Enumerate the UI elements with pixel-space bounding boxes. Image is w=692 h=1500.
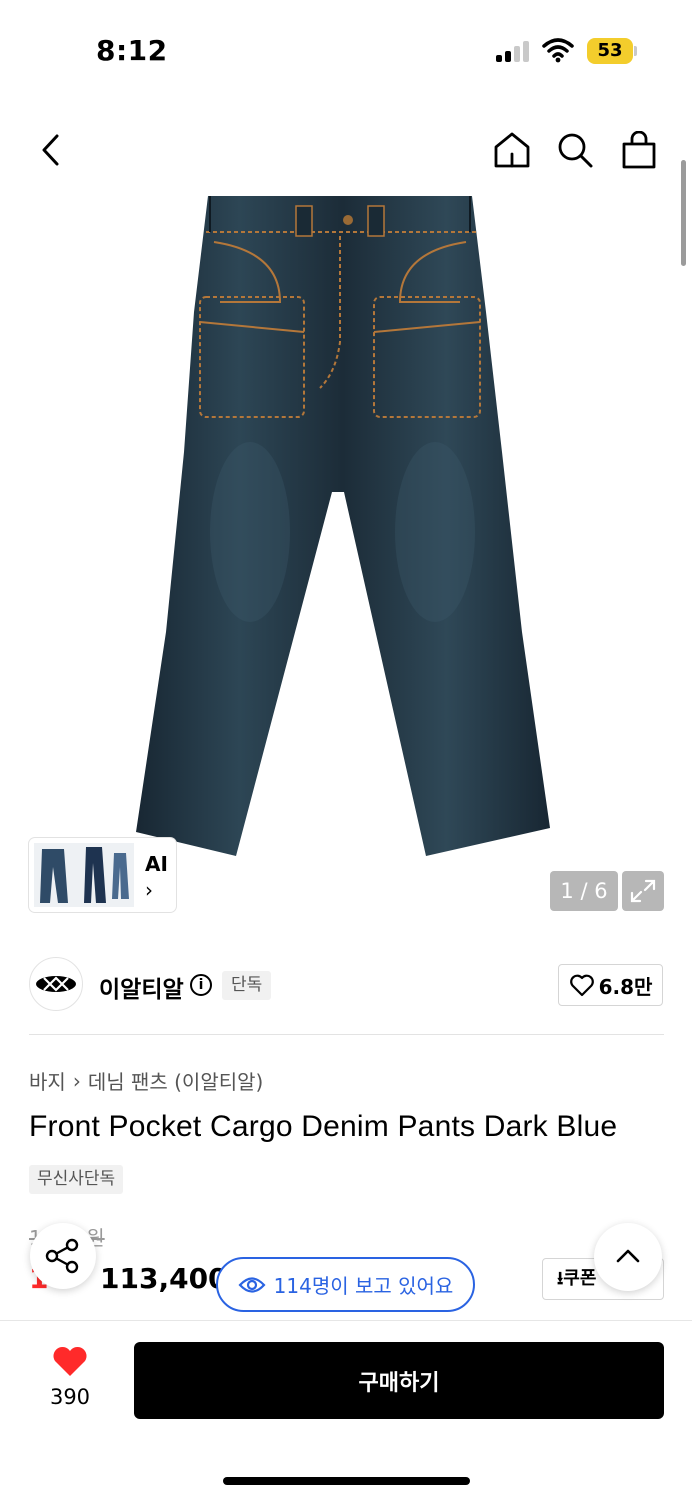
home-icon [494,132,530,168]
heart-outline-icon [569,974,594,997]
viewers-text: 114명이 보고 있어요 [273,1274,454,1298]
back-button[interactable] [28,128,72,172]
status-time: 8:12 [96,34,168,67]
scrollbar[interactable] [681,160,686,266]
breadcrumb: 바지 › 데님 팬츠 (이알티알) [29,1066,263,1095]
wifi-icon [542,38,574,63]
cart-icon [622,131,656,169]
chevron-up-icon [616,1249,640,1263]
buy-button[interactable]: 구매하기 [134,1342,664,1419]
battery-cap [634,46,637,56]
eye-icon [238,1276,266,1293]
home-button[interactable] [490,128,534,172]
image-counter: 1 / 6 [550,871,618,911]
wishlist-count: 390 [49,1385,91,1409]
product-title: Front Pocket Cargo Denim Pants Dark Blue [29,1110,618,1143]
search-icon [558,133,593,168]
divider [29,1034,664,1035]
breadcrumb-subcategory[interactable]: 데님 팬츠 (이알티알) [88,1066,264,1095]
signal-icon [496,40,532,62]
sale-price: 113,400 [100,1262,228,1295]
battery-indicator: 53 [587,38,633,64]
scroll-top-button[interactable] [594,1223,662,1291]
info-icon[interactable]: i [190,974,212,996]
back-icon [42,134,59,166]
share-button[interactable] [30,1223,96,1289]
heart-filled-icon [53,1346,87,1376]
cart-button[interactable] [617,128,661,172]
expand-button[interactable] [622,871,664,911]
brand-name[interactable]: 이알티알 [99,970,184,1004]
expand-icon [630,879,656,903]
exclusive-tag: 단독 [222,971,272,1000]
home-indicator [223,1477,470,1485]
viewers-pill: 114명이 보고 있어요 [216,1257,475,1312]
breadcrumb-category[interactable]: 바지 [29,1066,66,1095]
wishlist-button[interactable] [50,1344,90,1382]
share-icon [45,1238,79,1274]
similar-products-thumbnail [34,843,134,907]
exclusive-badge: 무신사단독 [29,1165,124,1194]
brand-like-count: 6.8만 [598,974,653,999]
brand-logo-mark [36,976,76,992]
chevron-right-icon: › [145,878,153,902]
search-button[interactable] [553,128,597,172]
brand-like-button[interactable]: 6.8만 [558,964,663,1006]
breadcrumb-separator-icon: › [72,1068,81,1093]
product-image[interactable] [130,192,560,862]
brand-logo[interactable] [29,957,83,1011]
ai-label: AI [145,852,168,876]
